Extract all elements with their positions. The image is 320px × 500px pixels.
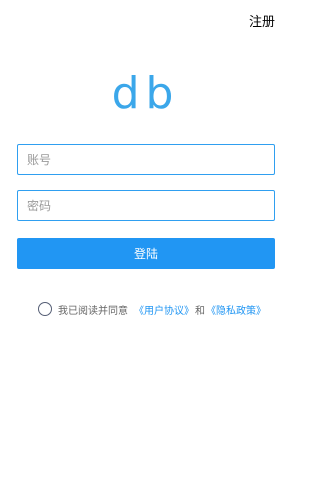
user-agreement-link[interactable]: 《用户协议》 <box>134 302 194 317</box>
agreement-and-text: 和 <box>195 305 205 317</box>
app-logo: db <box>111 68 180 119</box>
agreement-row: 我已阅读并同意 《用户协议》 和 《隐私政策》 <box>38 300 266 318</box>
agreement-radio[interactable] <box>38 302 52 316</box>
privacy-policy-link[interactable]: 《隐私政策》 <box>206 302 266 317</box>
account-input[interactable] <box>17 144 275 175</box>
login-button[interactable]: 登陆 <box>17 238 275 269</box>
agreement-prefix-text: 我已阅读并同意 <box>58 305 128 317</box>
register-link[interactable]: 注册 <box>249 14 275 32</box>
password-input[interactable] <box>17 190 275 221</box>
